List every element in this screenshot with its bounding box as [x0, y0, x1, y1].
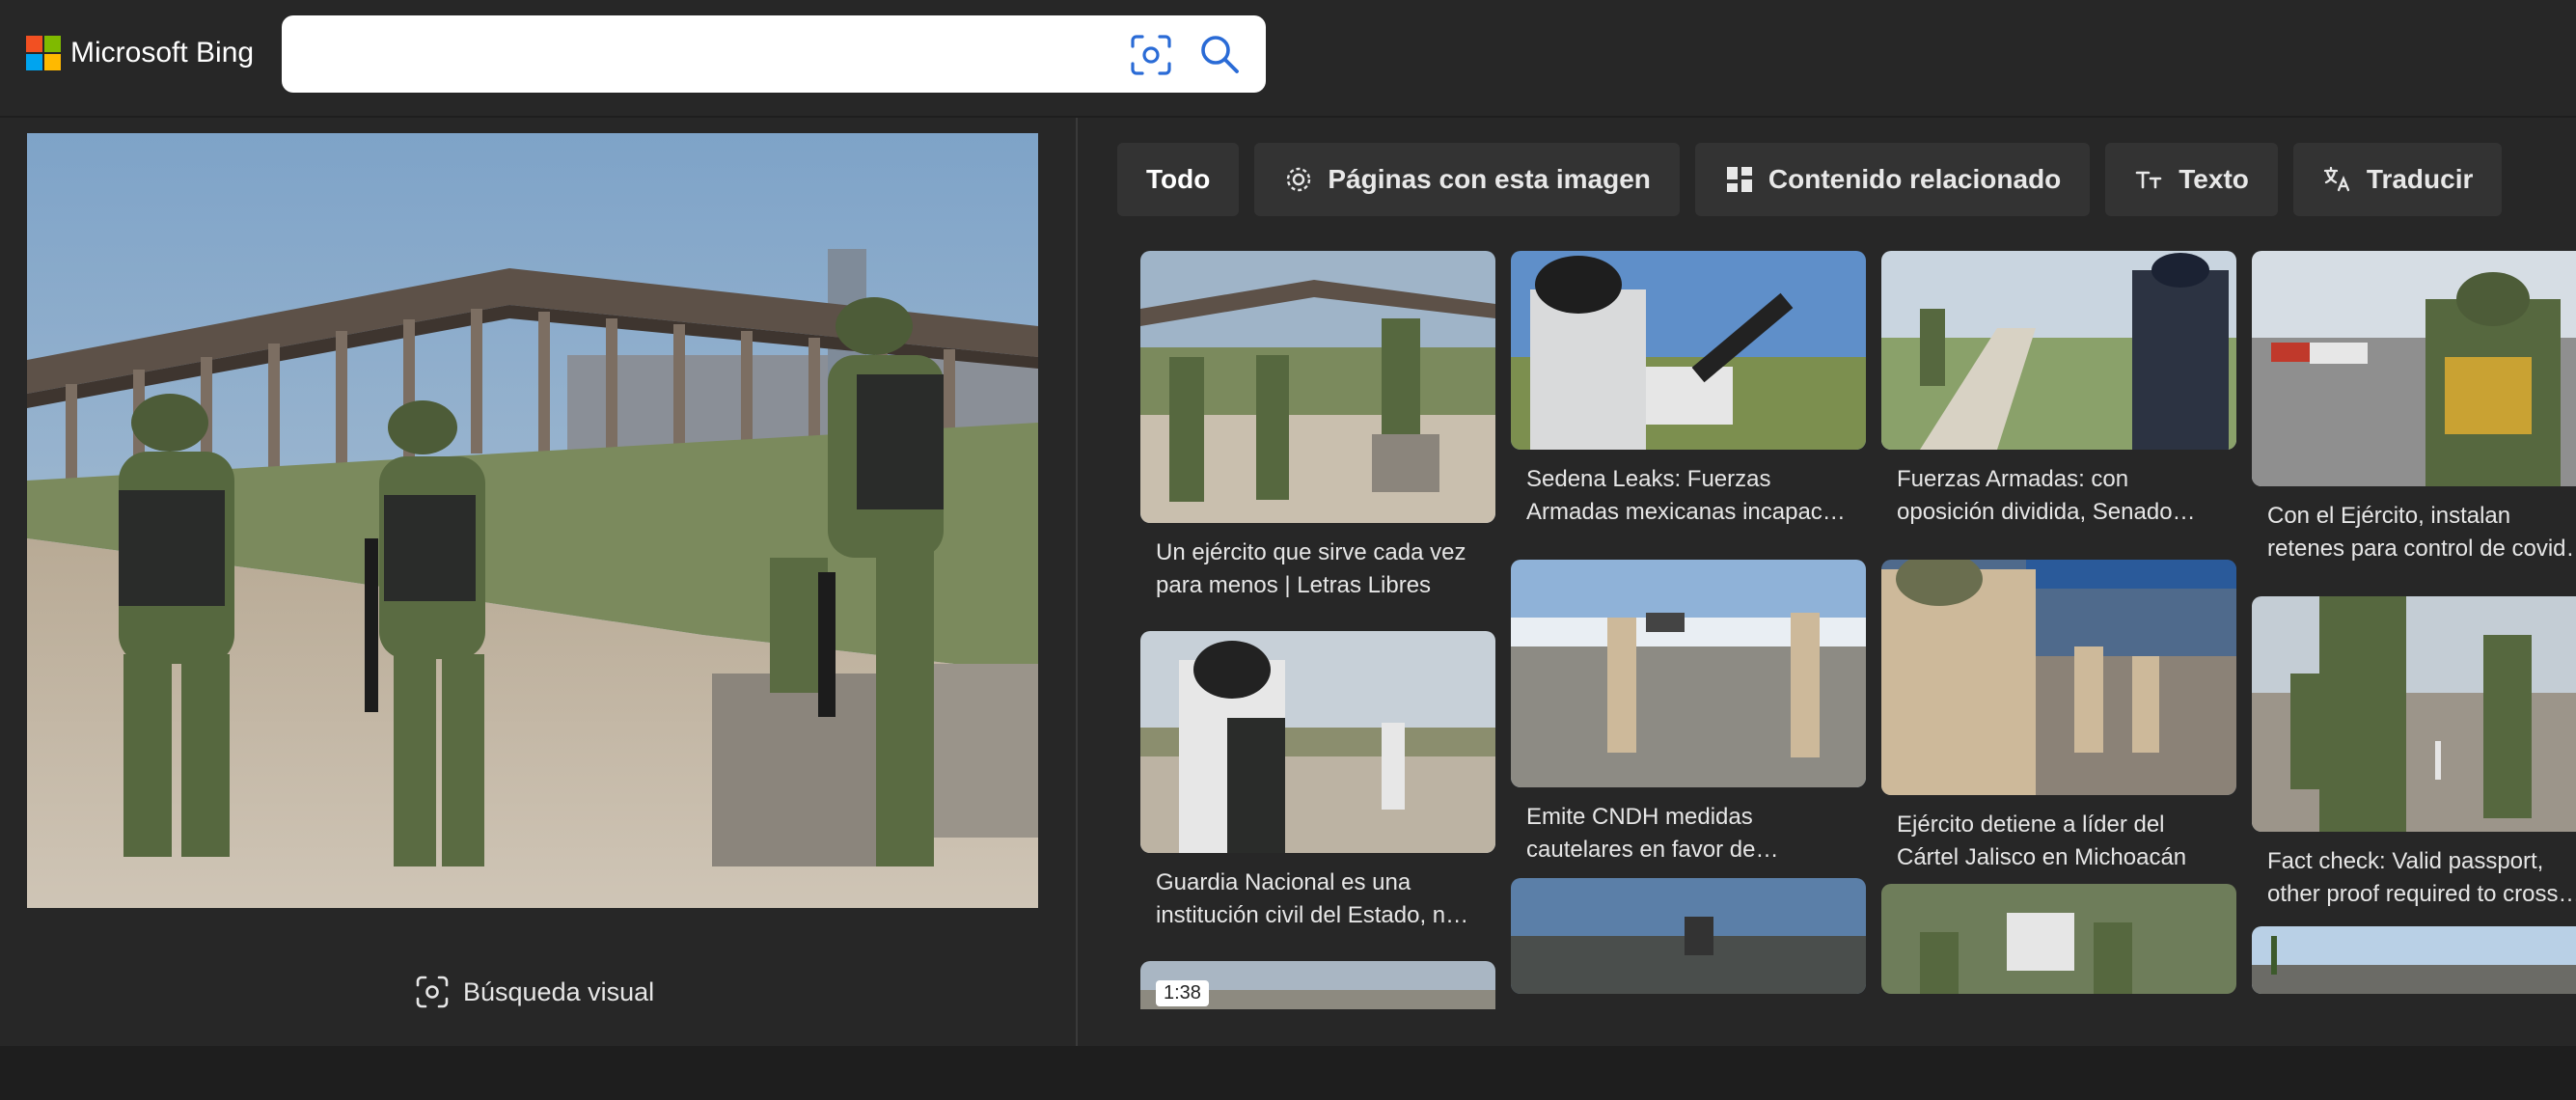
bing-logo[interactable]: Microsoft Bing [26, 36, 254, 70]
result-thumbnail [1140, 631, 1495, 853]
tab-bar: Todo Páginas con esta imagen Contenido r… [1117, 143, 2503, 216]
result-card[interactable]: 1:38 [1140, 961, 1495, 1009]
results-grid: Un ejército que sirve cada vez para meno… [1140, 251, 2576, 1009]
preview-image[interactable] [27, 133, 1038, 908]
results-panel: Todo Páginas con esta imagen Contenido r… [1117, 118, 2576, 1009]
result-caption: Con el Ejército, instalan retenes para c… [2267, 503, 2576, 562]
brand-name: Microsoft Bing [70, 37, 255, 69]
search-box [282, 15, 1266, 93]
result-caption: Guardia Nacional es una institución civi… [1156, 869, 1469, 928]
result-card[interactable]: Ejército detiene a líder del Cártel Jali… [1881, 560, 2236, 874]
grid-icon [1726, 167, 1752, 192]
result-card[interactable]: Emite CNDH medidas cautelares en favor d… [1511, 560, 1866, 866]
result-caption: Sedena Leaks: Fuerzas Armadas mexicanas … [1526, 466, 1846, 525]
tab-label: Páginas con esta imagen [1328, 164, 1651, 194]
tab-todo[interactable]: Todo [1117, 143, 1240, 216]
tab-pages-with-image[interactable]: Páginas con esta imagen [1254, 143, 1680, 216]
result-caption: Fact check: Valid passport, other proof … [2267, 848, 2576, 907]
result-thumbnail [1140, 251, 1495, 523]
result-thumbnail [1511, 251, 1866, 450]
tab-label: Texto [2179, 164, 2249, 194]
result-thumbnail [2252, 596, 2576, 832]
result-card[interactable] [1881, 884, 2236, 994]
footer-bar [0, 1046, 2576, 1100]
result-thumbnail [2252, 926, 2576, 994]
visual-search-button[interactable]: Búsqueda visual [415, 973, 654, 1011]
panel-divider [1076, 118, 1078, 1046]
result-caption: Un ejército que sirve cada vez para meno… [1156, 539, 1466, 598]
tab-label: Contenido relacionado [1768, 164, 2062, 194]
tab-text[interactable]: Texto [2105, 143, 2278, 216]
result-thumbnail [1511, 560, 1866, 787]
result-caption: Emite CNDH medidas cautelares en favor d… [1526, 804, 1779, 863]
translate-icon [2323, 166, 2350, 192]
result-thumbnail [1511, 878, 1866, 994]
result-thumbnail [1881, 884, 2236, 994]
result-card[interactable]: Un ejército que sirve cada vez para meno… [1140, 251, 1495, 602]
result-caption: Fuerzas Armadas: con oposición dividida,… [1897, 466, 2196, 525]
result-card[interactable]: Fuerzas Armadas: con oposición dividida,… [1881, 251, 2236, 529]
result-caption: Ejército detiene a líder del Cártel Jali… [1897, 811, 2187, 870]
search-input[interactable] [305, 29, 1081, 81]
soldiers-photo [27, 133, 1038, 908]
result-card[interactable]: Fact check: Valid passport, other proof … [2252, 596, 2576, 911]
result-card[interactable] [2252, 926, 2576, 994]
result-card[interactable]: Con el Ejército, instalan retenes para c… [2252, 251, 2576, 565]
tab-label: Traducir [2366, 164, 2474, 194]
globe-icon [1287, 167, 1311, 192]
result-card[interactable]: Guardia Nacional es una institución civi… [1140, 631, 1495, 932]
header: Microsoft Bing [0, 0, 2576, 116]
tab-related-content[interactable]: Contenido relacionado [1694, 143, 2091, 216]
result-thumbnail [1881, 251, 2236, 450]
search-icon[interactable] [1196, 31, 1243, 77]
result-card[interactable]: Sedena Leaks: Fuerzas Armadas mexicanas … [1511, 251, 1866, 529]
result-card[interactable] [1511, 878, 1866, 994]
video-duration-badge: 1:38 [1156, 980, 1209, 1006]
result-thumbnail [2252, 251, 2576, 486]
tab-label: Todo [1146, 164, 1211, 194]
visual-search-label: Búsqueda visual [463, 976, 655, 1006]
text-icon [2135, 171, 2162, 189]
tab-translate[interactable]: Traducir [2292, 143, 2503, 216]
visual-search-icon[interactable] [1129, 33, 1173, 77]
result-thumbnail [1881, 560, 2236, 795]
visual-search-icon [416, 976, 449, 1008]
microsoft-logo-icon [26, 36, 61, 70]
